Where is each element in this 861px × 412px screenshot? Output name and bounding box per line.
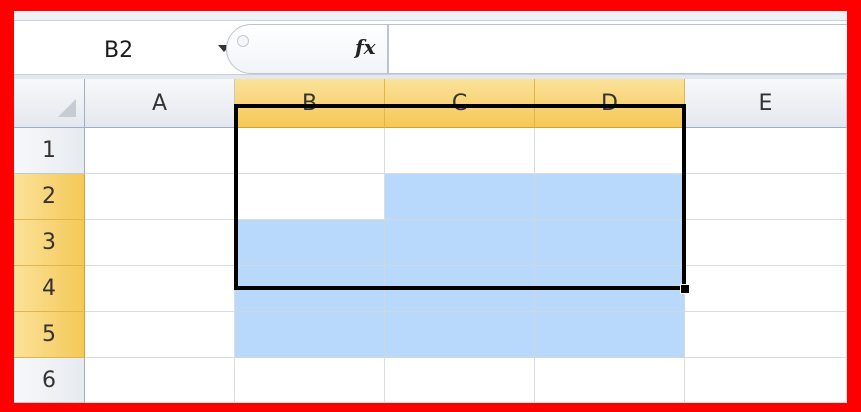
- cell-c6[interactable]: [385, 358, 535, 403]
- cell-e3[interactable]: [685, 220, 847, 266]
- row-header-2[interactable]: 2: [14, 174, 85, 220]
- cell-e5[interactable]: [685, 312, 847, 358]
- function-area: fx: [226, 24, 388, 74]
- circle-handle-icon[interactable]: [237, 35, 249, 47]
- name-box[interactable]: B2: [34, 24, 232, 74]
- cell-a1[interactable]: [85, 128, 235, 174]
- formula-input[interactable]: [388, 24, 847, 74]
- row-header-4[interactable]: 4: [14, 266, 85, 312]
- row-header-5[interactable]: 5: [14, 312, 85, 358]
- row-header-3[interactable]: 3: [14, 220, 85, 266]
- selection-border: [234, 104, 686, 290]
- fill-handle[interactable]: [680, 284, 690, 294]
- cell-d6[interactable]: [535, 358, 685, 403]
- cell-e4[interactable]: [685, 266, 847, 312]
- cell-a4[interactable]: [85, 266, 235, 312]
- cell-a2[interactable]: [85, 174, 235, 220]
- insert-function-button[interactable]: fx: [355, 35, 376, 59]
- spreadsheet-window: B2 fx A B C D E 1 2 3 4 5 6: [14, 11, 847, 403]
- select-all-triangle-icon: [58, 99, 76, 117]
- cell-e1[interactable]: [685, 128, 847, 174]
- red-frame: B2 fx A B C D E 1 2 3 4 5 6: [0, 0, 861, 412]
- cell-a6[interactable]: [85, 358, 235, 403]
- formula-bar: B2 fx: [14, 11, 847, 79]
- cell-a5[interactable]: [85, 312, 235, 358]
- row-header-6[interactable]: 6: [14, 358, 85, 403]
- formula-bar-top-strip: [14, 11, 847, 21]
- name-box-value: B2: [104, 38, 134, 63]
- column-header-e[interactable]: E: [685, 79, 847, 128]
- row-header-1[interactable]: 1: [14, 128, 85, 174]
- cell-b6[interactable]: [235, 358, 385, 403]
- column-header-a[interactable]: A: [85, 79, 235, 128]
- cell-b5[interactable]: [235, 312, 385, 358]
- cell-a3[interactable]: [85, 220, 235, 266]
- cell-c5[interactable]: [385, 312, 535, 358]
- cell-d5[interactable]: [535, 312, 685, 358]
- select-all-button[interactable]: [14, 79, 85, 128]
- cell-e6[interactable]: [685, 358, 847, 403]
- cell-e2[interactable]: [685, 174, 847, 220]
